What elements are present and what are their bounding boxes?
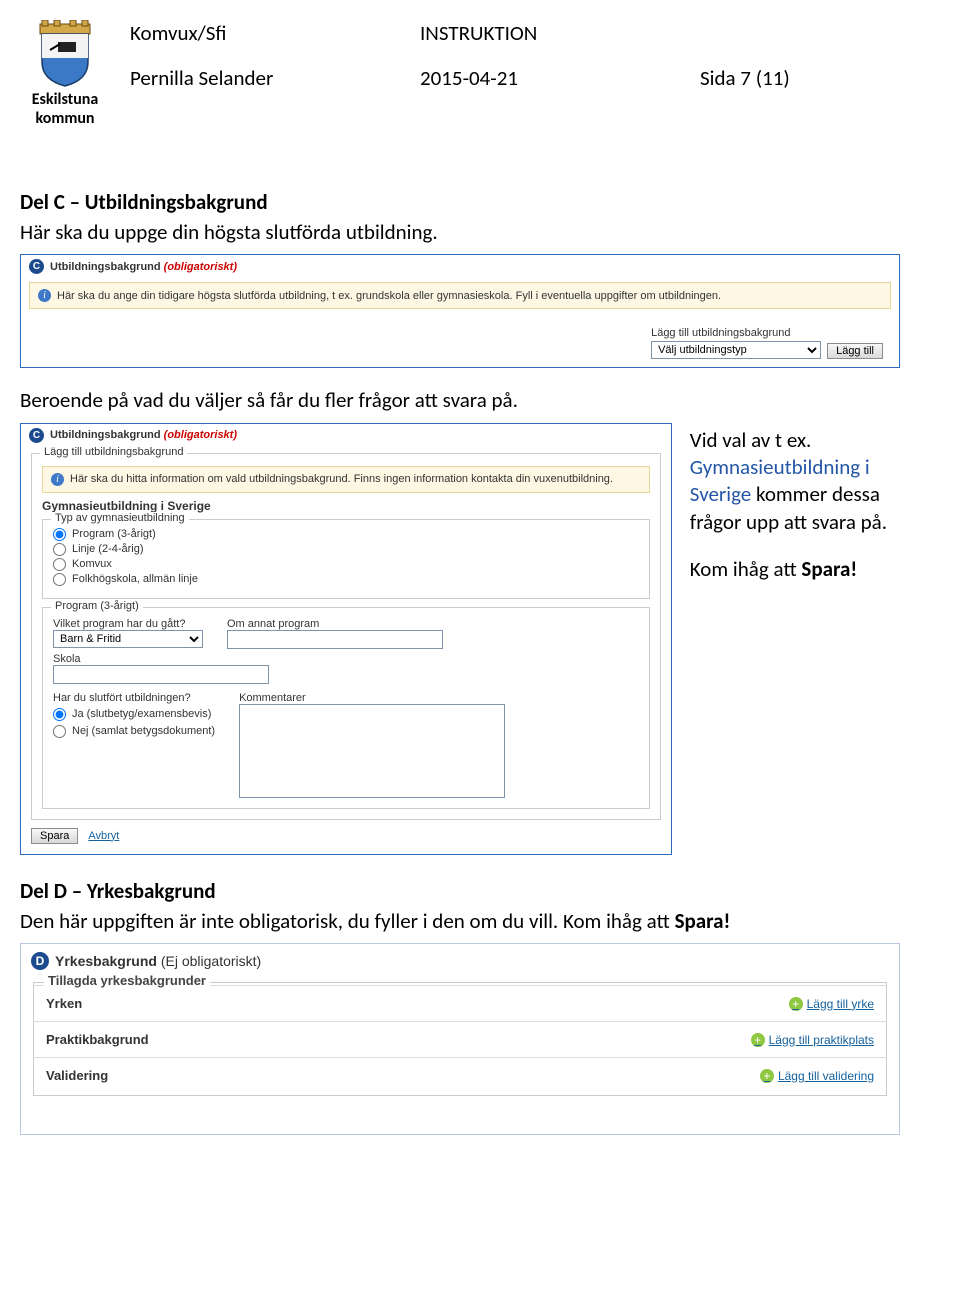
- q-school: Skola: [53, 653, 639, 665]
- radio-label: Folkhögskola, allmän linje: [72, 573, 198, 585]
- lagg-till-yrke-link[interactable]: + Lägg till yrke: [789, 996, 874, 1011]
- eskilstuna-coat-of-arms-icon: [30, 20, 100, 90]
- panel1-obligatory: (obligatoriskt): [164, 261, 237, 273]
- q-program: Vilket program har du gått?: [53, 618, 203, 630]
- side-note-line1: Vid val av t ex.: [690, 427, 900, 454]
- radio-label: Linje (2-4-årig): [72, 543, 144, 555]
- plus-icon: +: [751, 1033, 765, 1047]
- section-c-badge-icon: C: [29, 259, 44, 274]
- panel3-title: Yrkesbakgrund: [55, 953, 157, 969]
- panel1-info-text: Här ska du ange din tidigare högsta slut…: [57, 290, 721, 302]
- comments-textarea[interactable]: [239, 704, 505, 798]
- q-completed: Har du slutfört utbildningen?: [53, 692, 215, 704]
- logo-text-2: kommun: [35, 111, 94, 128]
- logo: Eskilstuna kommun: [20, 20, 110, 128]
- panel2-title: Utbildningsbakgrund: [50, 429, 161, 441]
- other-program-input[interactable]: [227, 630, 443, 649]
- panel1-title: Utbildningsbakgrund: [50, 261, 161, 273]
- section-c-badge-icon-2: C: [29, 428, 44, 443]
- radio-label: Komvux: [72, 558, 112, 570]
- page-header: Eskilstuna kommun Komvux/Sfi INSTRUKTION…: [20, 20, 900, 128]
- yrkesbakgrund-panel: D Yrkesbakgrund (Ej obligatoriskt) Tilla…: [20, 943, 900, 1135]
- q-comments: Kommentarer: [239, 692, 505, 704]
- radio-label: Nej (samlat betygsdokument): [72, 725, 215, 737]
- plus-icon: +: [760, 1069, 774, 1083]
- section-d-badge-icon: D: [31, 952, 49, 970]
- side-remember: Kom ihåg att: [690, 556, 802, 582]
- lagg-till-button[interactable]: Lägg till: [827, 343, 883, 359]
- validering-label: Validering: [46, 1068, 108, 1083]
- group2-legend: Program (3-årigt): [51, 600, 143, 612]
- radio-completed-yes[interactable]: [53, 708, 66, 721]
- program-select[interactable]: Barn & Fritid: [53, 630, 203, 648]
- utbildningstyp-select[interactable]: Välj utbildningstyp: [651, 341, 821, 359]
- header-right-1: INSTRUKTION: [420, 20, 700, 47]
- header-author: Pernilla Selander: [130, 65, 420, 92]
- inner-title: Tillagda yrkesbakgrunder: [44, 973, 210, 988]
- panel2-info: Här ska du hitta information om vald utb…: [70, 473, 613, 485]
- praktik-label: Praktikbakgrund: [46, 1032, 149, 1047]
- side-spara: Spara!: [801, 556, 857, 582]
- header-date: 2015-04-21: [420, 65, 700, 92]
- utbildningsbakgrund-panel-collapsed: C Utbildningsbakgrund (obligatoriskt) i …: [20, 254, 900, 368]
- school-input[interactable]: [53, 665, 269, 684]
- between-text: Beroende på vad du väljer så får du fler…: [20, 386, 900, 414]
- radio-program-3arigt[interactable]: [53, 528, 66, 541]
- info-icon: i: [51, 473, 64, 486]
- panel2-obligatory: (obligatoriskt): [164, 429, 237, 441]
- header-left-1: Komvux/Sfi: [130, 20, 420, 47]
- q-other: Om annat program: [227, 618, 443, 630]
- section-d-intro: Den här uppgiften är inte obligatorisk, …: [20, 907, 900, 935]
- plus-icon: +: [789, 997, 803, 1011]
- type-legend: Typ av gymnasieutbildning: [51, 512, 189, 524]
- radio-label: Ja (slutbetyg/examensbevis): [72, 708, 211, 720]
- group1-legend: Lägg till utbildningsbakgrund: [40, 446, 187, 458]
- add-utbildning-label: Lägg till utbildningsbakgrund: [651, 327, 821, 339]
- avbryt-link[interactable]: Avbryt: [88, 830, 119, 842]
- section-c-heading: Del C – Utbildningsbakgrund: [20, 188, 900, 216]
- yrken-label: Yrken: [46, 996, 82, 1011]
- radio-linje[interactable]: [53, 543, 66, 556]
- header-page: Sida 7 (11): [700, 65, 790, 92]
- radio-label: Program (3-årigt): [72, 528, 156, 540]
- lagg-till-praktikplats-link[interactable]: + Lägg till praktikplats: [751, 1032, 874, 1047]
- panel3-not-obligatory: (Ej obligatoriskt): [161, 953, 261, 969]
- utbildningsbakgrund-panel-expanded: C Utbildningsbakgrund (obligatoriskt) Lä…: [20, 423, 672, 855]
- radio-completed-no[interactable]: [53, 725, 66, 738]
- info-icon: i: [38, 289, 51, 302]
- section-c-intro: Här ska du uppge din högsta slutförda ut…: [20, 218, 900, 246]
- spara-button[interactable]: Spara: [31, 828, 78, 844]
- radio-komvux[interactable]: [53, 558, 66, 571]
- radio-folkhogskola[interactable]: [53, 573, 66, 586]
- gymnasie-heading: Gymnasieutbildning i Sverige: [42, 499, 650, 513]
- section-d-heading: Del D – Yrkesbakgrund: [20, 877, 900, 905]
- logo-text-1: Eskilstuna: [32, 92, 99, 109]
- side-note: Vid val av t ex. Gymnasieutbildning i Sv…: [690, 423, 900, 583]
- lagg-till-validering-link[interactable]: + Lägg till validering: [760, 1068, 874, 1083]
